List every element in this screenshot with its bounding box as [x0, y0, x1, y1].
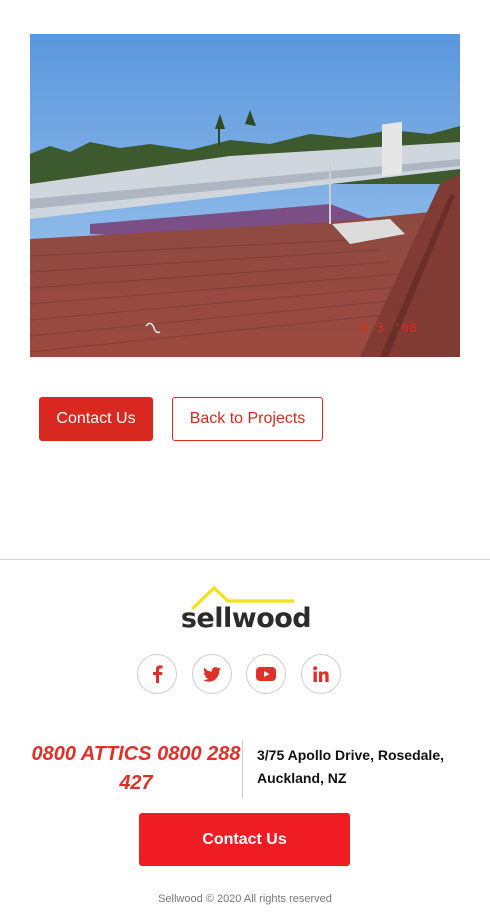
- project-photo: 6 3 '08: [30, 34, 460, 357]
- contact-us-button[interactable]: Contact Us: [39, 397, 153, 441]
- youtube-link[interactable]: [246, 654, 286, 694]
- roof-photo-illustration: [30, 34, 460, 357]
- phone-number[interactable]: 0800 ATTICS 0800 288 427: [30, 740, 242, 798]
- footer-contact-us-button[interactable]: Contact Us: [139, 813, 350, 866]
- twitter-icon: [203, 666, 221, 682]
- youtube-icon: [256, 667, 276, 681]
- footer-divider: [0, 559, 490, 560]
- logo-wordmark: sellwood: [180, 603, 312, 634]
- contact-separator: [242, 740, 243, 798]
- facebook-icon: [153, 665, 163, 683]
- copyright: Sellwood © 2020 All rights reserved: [158, 893, 332, 905]
- photo-date-stamp: 6 3 '08: [360, 321, 418, 335]
- linkedin-icon: [313, 666, 329, 682]
- twitter-link[interactable]: [192, 654, 232, 694]
- back-to-projects-button[interactable]: Back to Projects: [172, 397, 323, 441]
- linkedin-link[interactable]: [301, 654, 341, 694]
- address: 3/75 Apollo Drive, Rosedale, Auckland, N…: [257, 747, 444, 786]
- sellwood-logo[interactable]: sellwood: [178, 585, 314, 641]
- facebook-link[interactable]: [137, 654, 177, 694]
